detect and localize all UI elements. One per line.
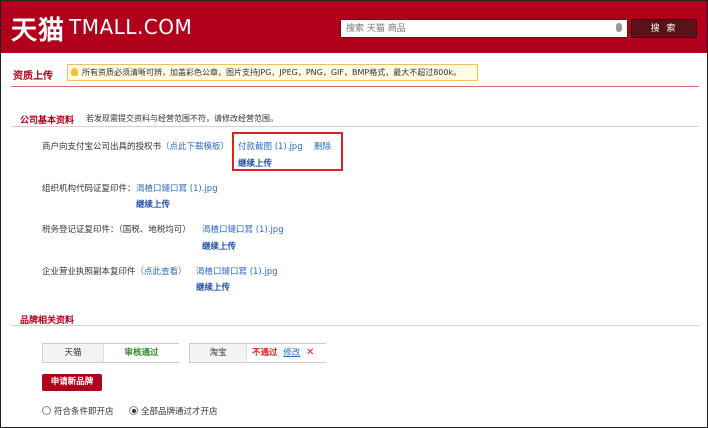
search-box bbox=[340, 19, 628, 38]
view-link[interactable]: （点此查看） bbox=[136, 267, 187, 277]
section-divider bbox=[11, 126, 699, 127]
brand-row-taobao: 淘宝 不通过 修改 ✕ bbox=[189, 343, 326, 363]
logo-cn[interactable]: 天猫 bbox=[11, 10, 65, 47]
file-link[interactable]: 渴楂口鏈口冩 (1).jpg bbox=[136, 182, 218, 194]
company-section-note: 若发现需提交资料与经营范围不符，请修改经营范围。 bbox=[86, 114, 278, 123]
tax-registration-label: 税务登记证复印件：（国税、地税均可） bbox=[42, 225, 191, 235]
lightbulb-icon bbox=[71, 68, 78, 76]
search-button[interactable]: 搜 索 bbox=[631, 19, 697, 38]
microphone-icon[interactable] bbox=[616, 23, 622, 32]
close-icon[interactable]: ✕ bbox=[306, 347, 314, 358]
brand-row-tmall: 天猫 审核通过 bbox=[42, 343, 179, 363]
file-link[interactable]: 渴楂口鏈口冩 (1).jpg bbox=[196, 265, 278, 277]
continue-upload-link[interactable]: 继续上传 bbox=[136, 198, 170, 210]
radio-open-when-qualified[interactable]: 符合条件即开店 bbox=[42, 405, 114, 417]
status-badge: 不通过 bbox=[252, 348, 278, 358]
section-divider bbox=[11, 325, 699, 326]
continue-upload-link[interactable]: 继续上传 bbox=[238, 157, 272, 169]
download-template-link[interactable]: （点此下载模板） bbox=[161, 142, 229, 152]
radio-open-when-all-approved[interactable]: 全部品牌通过才开店 bbox=[129, 405, 218, 417]
radio-label: 符合条件即开店 bbox=[54, 407, 114, 417]
tip-text: 所有资质必须清晰可辨，加盖彩色公章，图片支持JPG，JPEG，PNG，GIF，B… bbox=[82, 68, 462, 77]
radio-unchecked-icon[interactable] bbox=[42, 406, 51, 415]
brand-name: 淘宝 bbox=[209, 348, 227, 358]
brand-name: 天猫 bbox=[64, 348, 82, 358]
delete-link[interactable]: 删除 bbox=[314, 140, 331, 152]
file-link[interactable]: 渴楂口鏈口冩 (1).jpg bbox=[202, 223, 284, 235]
apply-new-brand-button[interactable]: 申请新品牌 bbox=[42, 374, 102, 391]
org-code-label: 组织机构代码证复印件： bbox=[42, 184, 136, 194]
authorization-label-text: 商户向支付宝公司出具的授权书 bbox=[42, 142, 162, 152]
authorization-label: 商户向支付宝公司出具的授权书（点此下载模板） bbox=[42, 140, 229, 152]
business-license-label-text: 企业营业执照副本复印件 bbox=[42, 267, 136, 277]
status-badge: 审核通过 bbox=[103, 344, 179, 362]
continue-upload-link[interactable]: 继续上传 bbox=[202, 240, 236, 252]
header: 天猫 TMALL.COM 搜 索 bbox=[1, 1, 707, 53]
file-link[interactable]: 付款截图 (1).jpg bbox=[238, 140, 303, 152]
page-title: 资质上传 bbox=[13, 71, 53, 82]
radio-label: 全部品牌通过才开店 bbox=[141, 407, 218, 417]
logo-en[interactable]: TMALL.COM bbox=[69, 15, 192, 39]
upload-tip: 所有资质必须清晰可辨，加盖彩色公章，图片支持JPG，JPEG，PNG，GIF，B… bbox=[67, 64, 478, 81]
continue-upload-link[interactable]: 继续上传 bbox=[196, 281, 230, 293]
search-input[interactable] bbox=[341, 20, 619, 38]
company-section-title: 公司基本资料 bbox=[20, 116, 75, 126]
edit-link[interactable]: 修改 bbox=[283, 348, 300, 358]
status-cell: 不通过 修改 ✕ bbox=[246, 344, 326, 362]
business-license-label: 企业营业执照副本复印件（点此查看） bbox=[42, 265, 187, 277]
radio-checked-icon[interactable] bbox=[129, 406, 138, 415]
page-frame: 天猫 TMALL.COM 搜 索 资质上传 所有资质必须清晰可辨，加盖彩色公章，… bbox=[0, 0, 708, 428]
divider bbox=[11, 86, 699, 87]
